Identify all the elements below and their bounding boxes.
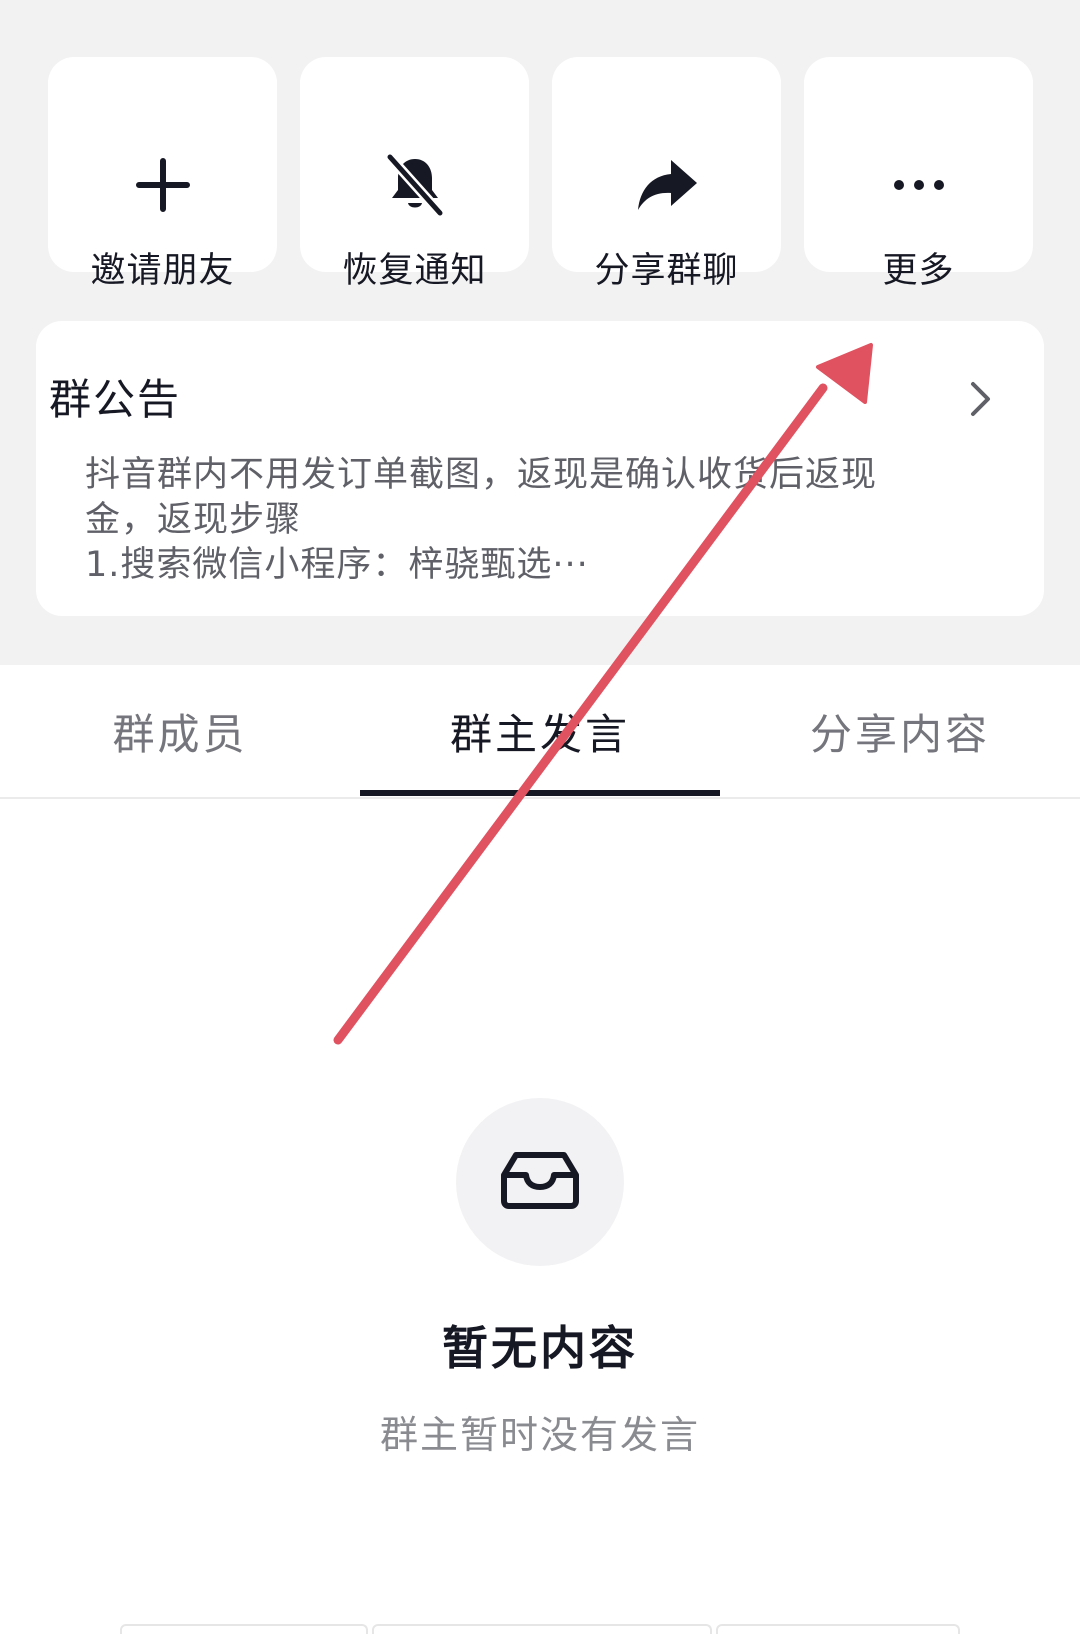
share-arrow-icon bbox=[552, 145, 781, 225]
more-button[interactable]: 更多 bbox=[804, 57, 1033, 291]
invite-friends-button[interactable]: 邀请朋友 bbox=[48, 57, 277, 291]
share-group-button[interactable]: 分享群聊 bbox=[552, 57, 781, 291]
tab-bar: 群成员 群主发言 分享内容 bbox=[0, 665, 1080, 799]
empty-state-title: 暂无内容 bbox=[442, 1321, 638, 1375]
bottom-tile bbox=[372, 1624, 712, 1634]
inbox-tray-icon bbox=[500, 1151, 580, 1213]
empty-state-subtitle: 群主暂时没有发言 bbox=[379, 1413, 700, 1457]
bell-muted-icon bbox=[300, 145, 529, 225]
plus-icon bbox=[48, 145, 277, 225]
restore-notification-button[interactable]: 恢复通知 bbox=[300, 57, 529, 291]
share-group-label: 分享群聊 bbox=[594, 251, 739, 291]
more-dots-icon bbox=[804, 145, 1033, 225]
active-tab-indicator bbox=[360, 790, 720, 796]
bottom-tile bbox=[120, 1624, 368, 1634]
group-notice-text: 抖音群内不用发订单截图，返现是确认收货后返现 金，返现步骤 1.搜索微信小程序：… bbox=[85, 453, 965, 588]
invite-friends-label: 邀请朋友 bbox=[90, 251, 235, 291]
restore-notification-label: 恢复通知 bbox=[342, 251, 487, 291]
chevron-right-icon[interactable] bbox=[968, 380, 994, 422]
group-notice-title: 群公告 bbox=[49, 375, 182, 424]
notice-line: 抖音群内不用发订单截图，返现是确认收货后返现 bbox=[85, 455, 878, 495]
more-label: 更多 bbox=[882, 251, 955, 291]
notice-line: 1.搜索微信小程序：梓骁甄选··· bbox=[85, 545, 589, 585]
tab-shared-content[interactable]: 分享内容 bbox=[720, 707, 1080, 763]
empty-state-icon-bg bbox=[456, 1098, 624, 1266]
notice-line: 金，返现步骤 bbox=[85, 500, 302, 540]
tab-owner-posts[interactable]: 群主发言 bbox=[360, 707, 720, 763]
bottom-tile bbox=[716, 1624, 960, 1634]
tab-group-members[interactable]: 群成员 bbox=[0, 707, 360, 763]
